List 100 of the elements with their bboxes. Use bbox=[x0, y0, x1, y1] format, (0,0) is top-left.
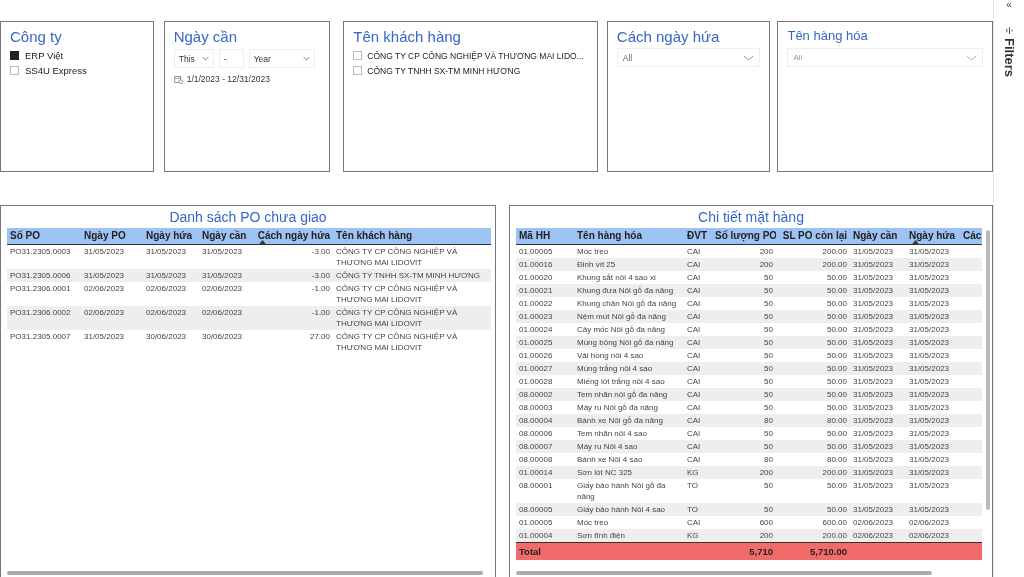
table-cell: 50.00 bbox=[826, 390, 847, 399]
table-cell: 08.00005 bbox=[519, 505, 553, 514]
column-header[interactable]: Mã HH bbox=[516, 228, 574, 244]
customer-option[interactable]: CÔNG TY CP CÔNG NGHIỆP VÀ THƯƠNG MAI LIDO... bbox=[353, 48, 588, 63]
table-cell: 50 bbox=[764, 377, 773, 386]
table-cell: 31/05/2023 bbox=[853, 390, 894, 399]
table-cell: Móc treo bbox=[577, 518, 609, 527]
table-cell: CAI bbox=[687, 403, 701, 412]
unit-dropdown[interactable]: Year bbox=[248, 49, 315, 68]
horizontal-scrollbar[interactable] bbox=[516, 571, 932, 575]
table-cell: 50 bbox=[764, 351, 773, 360]
table-cell: 200.00 bbox=[822, 531, 847, 540]
table-cell: 31/05/2023 bbox=[853, 468, 894, 477]
table-cell: CAI bbox=[687, 518, 701, 527]
table-cell: 02/06/2023 bbox=[84, 284, 125, 293]
table-cell: CAI bbox=[687, 260, 701, 269]
table-cell: 50.00 bbox=[826, 481, 847, 490]
table-cell: 31/05/2023 bbox=[853, 442, 894, 451]
table-cell: 31/05/2023 bbox=[853, 416, 894, 425]
checkbox[interactable] bbox=[353, 51, 363, 60]
table-cell: CAI bbox=[687, 325, 701, 334]
table-cell: 02/06/2023 bbox=[146, 284, 187, 293]
checkbox[interactable] bbox=[10, 66, 19, 75]
table-cell: 01.00023 bbox=[519, 312, 553, 321]
checkbox[interactable] bbox=[10, 51, 19, 60]
column-header[interactable]: Các bbox=[960, 228, 982, 244]
table-cell: Giấy bảo hành Nôi 4 sao bbox=[577, 505, 666, 514]
table-cell: 50.00 bbox=[826, 505, 847, 514]
table-cell: Nệm mút Nôi gỗ đa năng bbox=[577, 312, 666, 321]
column-header[interactable]: SL PO còn lại bbox=[776, 228, 850, 244]
column-header[interactable]: Ngày cần bbox=[199, 228, 253, 244]
table-cell: 50.00 bbox=[826, 442, 847, 451]
table-cell: 50 bbox=[764, 338, 773, 347]
table-cell: CÔNG TY CP CÔNG NGHIỆP VÀ THƯƠNG MAI LIDOVIT bbox=[336, 284, 458, 304]
horizontal-scrollbar[interactable] bbox=[7, 571, 483, 575]
column-header[interactable]: Tên khách hàng bbox=[333, 228, 491, 244]
table-cell: 31/05/2023 bbox=[202, 271, 243, 280]
slicer-title: Tên hàng hóa bbox=[787, 28, 869, 43]
all-dropdown[interactable]: All bbox=[616, 48, 761, 67]
checkbox[interactable] bbox=[353, 66, 363, 75]
filters-label[interactable]: Filters bbox=[1001, 38, 1017, 77]
column-header[interactable]: Số PO bbox=[7, 228, 81, 244]
table-cell: 01.00025 bbox=[519, 338, 553, 347]
table-cell: 50.00 bbox=[826, 338, 847, 347]
table-cell: Khung chân Nôi gỗ đa năng bbox=[577, 299, 677, 308]
column-header[interactable]: Ngày hứa bbox=[143, 228, 199, 244]
column-header[interactable]: Ngày hứa bbox=[906, 228, 960, 244]
table-cell: 50.00 bbox=[826, 429, 847, 438]
table-cell: CAI bbox=[687, 377, 701, 386]
table-cell: 50 bbox=[764, 286, 773, 295]
count-field[interactable]: - bbox=[218, 49, 244, 68]
table-cell: CAI bbox=[687, 442, 701, 451]
table-cell: 01.00026 bbox=[519, 351, 553, 360]
table-cell: 50.00 bbox=[826, 299, 847, 308]
column-header[interactable]: Số lượng PO bbox=[712, 228, 776, 244]
table-cell: CAI bbox=[687, 351, 701, 360]
table-cell: 02/06/2023 bbox=[853, 531, 894, 540]
calendar-icon bbox=[173, 74, 183, 84]
option-label: CÔNG TY TNHH SX-TM MINH HƯƠNG bbox=[367, 65, 521, 76]
table-cell: 50 bbox=[764, 273, 773, 282]
table-cell: 31/05/2023 bbox=[853, 377, 894, 386]
column-header[interactable]: Cách ngày hứa bbox=[253, 228, 333, 244]
table-cell: 01.00005 bbox=[519, 247, 553, 256]
company-option[interactable]: SS4U Express bbox=[10, 63, 144, 78]
table-cell: 31/05/2023 bbox=[146, 271, 187, 280]
table-cell: 01.00004 bbox=[519, 531, 553, 540]
column-header[interactable]: ĐVT bbox=[684, 228, 712, 244]
company-option[interactable]: ERP Việt bbox=[10, 48, 144, 63]
table-cell: TO bbox=[687, 505, 698, 514]
table-cell: 31/05/2023 bbox=[909, 429, 950, 438]
table-cell: 01.00020 bbox=[519, 273, 553, 282]
column-header[interactable]: Ngày cần bbox=[850, 228, 906, 244]
table-cell: 08.00001 bbox=[519, 481, 553, 490]
table-cell: Cây mốc Nôi gỗ đa năng bbox=[577, 325, 666, 334]
period-dropdown[interactable]: This bbox=[173, 49, 214, 68]
table-cell: 31/05/2023 bbox=[853, 351, 894, 360]
table-cell: 02/06/2023 bbox=[84, 308, 125, 317]
column-header[interactable]: Ngày PO bbox=[81, 228, 143, 244]
table-cell: Tem nhãn nôi gỗ đa năng bbox=[577, 390, 668, 399]
column-header[interactable]: Tên hàng hóa bbox=[574, 228, 684, 244]
table-cell: 08.00002 bbox=[519, 390, 553, 399]
collapse-button[interactable]: « bbox=[1006, 0, 1012, 10]
option-label: SS4U Express bbox=[25, 65, 87, 76]
table-cell: 08.00007 bbox=[519, 442, 553, 451]
table-cell: 200 bbox=[759, 260, 773, 269]
table-cell: Sơn lót NC 325 bbox=[577, 468, 633, 477]
table-cell: PO31.2306.0002 bbox=[10, 308, 71, 317]
table-cell: 31/05/2023 bbox=[853, 260, 894, 269]
table-cell: 01.00014 bbox=[519, 468, 553, 477]
table-cell: 02/06/2023 bbox=[853, 518, 894, 527]
table-cell: 31/05/2023 bbox=[909, 260, 950, 269]
table-cell: Móc treo bbox=[577, 247, 609, 256]
table-cell: CAI bbox=[687, 312, 701, 321]
table-cell: 50 bbox=[764, 481, 773, 490]
vertical-scrollbar[interactable] bbox=[986, 230, 990, 510]
table-title: Chi tiết mặt hàng bbox=[697, 208, 805, 227]
customer-option[interactable]: CÔNG TY TNHH SX-TM MINH HƯƠNG bbox=[353, 63, 588, 78]
filter-icon bbox=[1005, 26, 1013, 35]
table-cell: 200 bbox=[759, 247, 773, 256]
table-cell: CAI bbox=[687, 390, 701, 399]
